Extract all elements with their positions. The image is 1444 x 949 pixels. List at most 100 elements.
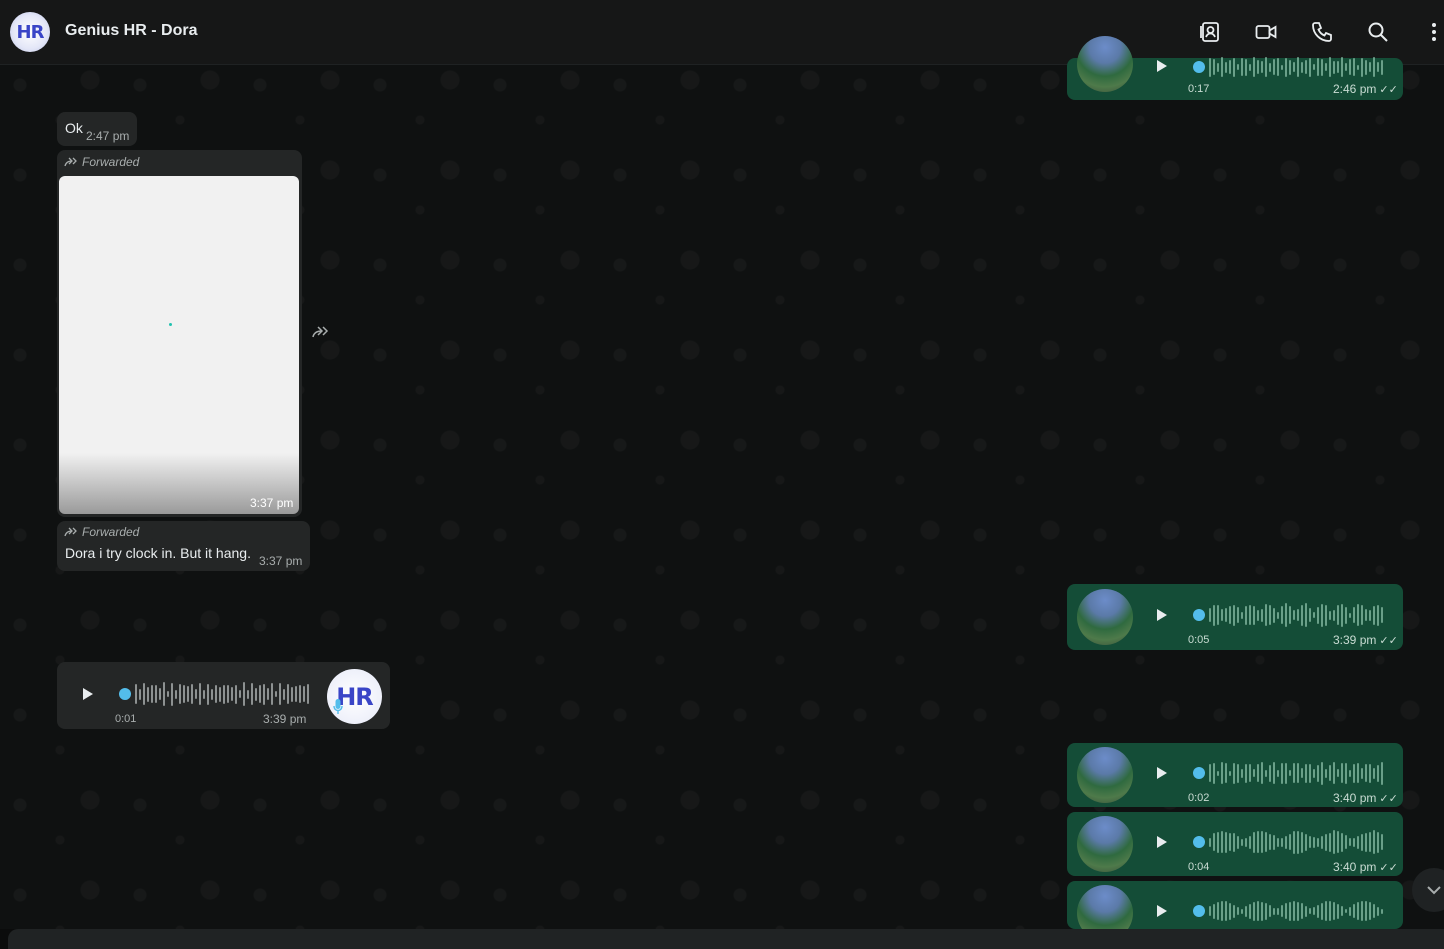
waveform-bar — [1269, 834, 1271, 850]
waveform-bar — [1337, 61, 1339, 73]
contact-card-icon[interactable] — [1198, 20, 1222, 44]
waveform-bar — [1265, 769, 1267, 777]
play-button[interactable] — [79, 686, 95, 702]
waveform-bar — [251, 683, 253, 705]
forwarded-image[interactable]: 3:37 pm — [59, 176, 299, 514]
waveform[interactable] — [119, 681, 309, 707]
waveform-bar — [1241, 768, 1243, 778]
contact-name[interactable]: Genius HR - Dora — [65, 22, 197, 40]
waveform-bar — [1225, 61, 1227, 73]
waveform-bar — [1217, 770, 1219, 776]
waveform-bar — [1373, 57, 1375, 77]
sender-avatar — [1077, 747, 1133, 803]
waveform[interactable] — [1193, 602, 1383, 628]
waveform-bar — [223, 684, 225, 704]
waveform[interactable] — [1193, 54, 1383, 80]
waveform-bar — [1317, 837, 1319, 847]
playhead-dot[interactable] — [1193, 767, 1205, 779]
waveform-bar — [1349, 838, 1351, 846]
waveform[interactable] — [1193, 829, 1383, 855]
waveform-bar — [1333, 830, 1335, 854]
waveform-bar — [1353, 607, 1355, 623]
waveform-bar — [1281, 905, 1283, 917]
waveform-bar — [1309, 608, 1311, 622]
playhead-dot[interactable] — [119, 688, 131, 700]
play-button[interactable] — [1153, 903, 1169, 919]
waveform-bar — [1377, 831, 1379, 853]
waveform-bar — [1221, 901, 1223, 921]
waveform-bar — [1305, 833, 1307, 851]
waveform-bar — [1353, 763, 1355, 783]
waveform-bar — [1257, 764, 1259, 782]
waveform-bar — [1265, 832, 1267, 852]
waveform-bar — [1249, 605, 1251, 625]
waveform-bar — [235, 684, 237, 704]
waveform-bar — [1365, 609, 1367, 621]
voice-duration: 0:01 — [115, 713, 137, 725]
search-icon[interactable] — [1366, 20, 1390, 44]
contact-avatar[interactable]: HR — [10, 12, 50, 52]
text-message-incoming: Ok 2:47 pm — [57, 112, 137, 146]
waveform-bar — [187, 686, 189, 702]
waveform-bar — [1241, 908, 1243, 914]
waveform-bar — [231, 687, 233, 701]
waveform-bar — [191, 684, 193, 704]
playhead-dot[interactable] — [1193, 836, 1205, 848]
play-button[interactable] — [1153, 58, 1169, 74]
video-call-icon[interactable] — [1254, 20, 1278, 44]
waveform-bar — [1349, 906, 1351, 916]
playhead-dot[interactable] — [1193, 61, 1205, 73]
waveform-bar — [1217, 831, 1219, 853]
waveform-bar — [1209, 906, 1211, 916]
waveform-bar — [1265, 57, 1267, 77]
waveform-bar — [1253, 605, 1255, 625]
waveform-bar — [1253, 769, 1255, 777]
playhead-dot[interactable] — [1193, 905, 1205, 917]
forward-button[interactable] — [312, 324, 330, 340]
waveform-bar — [203, 689, 205, 699]
waveform-bar — [291, 686, 293, 702]
waveform-bar — [1237, 907, 1239, 915]
menu-icon[interactable] — [1422, 20, 1444, 44]
waveform-bar — [1213, 762, 1215, 784]
playhead-dot[interactable] — [1193, 609, 1205, 621]
waveform-bar — [295, 686, 297, 702]
phone-icon[interactable] — [1310, 20, 1334, 44]
play-button[interactable] — [1153, 607, 1169, 623]
waveform-bar — [1209, 608, 1211, 622]
waveform-bar — [1297, 830, 1299, 854]
waveform[interactable] — [1193, 898, 1383, 924]
waveform-bar — [1273, 59, 1275, 75]
waveform-bar — [1217, 62, 1219, 72]
waveform-bar — [1245, 837, 1247, 847]
waveform-bar — [211, 688, 213, 700]
play-button[interactable] — [1153, 765, 1169, 781]
message-composer[interactable] — [8, 929, 1444, 949]
waveform-bar — [1373, 767, 1375, 779]
waveform-bar — [1301, 61, 1303, 73]
play-button[interactable] — [1153, 834, 1169, 850]
waveform-bar — [1341, 832, 1343, 852]
waveform[interactable] — [1193, 760, 1383, 786]
waveform-bar — [1341, 906, 1343, 916]
waveform-bar — [1213, 833, 1215, 851]
waveform-bar — [1245, 58, 1247, 76]
message-time: 3:37 pm — [250, 496, 294, 510]
waveform-bar — [143, 683, 145, 705]
waveform-bar — [1357, 604, 1359, 626]
read-receipt-icon: ✓✓ — [1379, 635, 1398, 647]
waveform-bar — [1313, 907, 1315, 915]
waveform-bar — [1257, 901, 1259, 921]
message-time: 3:37 pm — [259, 554, 303, 568]
waveform-bar — [1357, 763, 1359, 783]
waveform-bar — [243, 682, 245, 706]
waveform-bar — [1357, 64, 1359, 70]
waveform-bar — [255, 687, 257, 701]
forwarded-label: Forwarded — [64, 155, 139, 169]
voice-message-incoming: 0:01 3:39 pm HR — [57, 662, 390, 729]
waveform-bar — [1365, 832, 1367, 852]
waveform-bar — [1349, 59, 1351, 75]
waveform-bar — [1285, 903, 1287, 919]
sender-avatar: HR — [327, 669, 382, 724]
waveform-bar — [1237, 835, 1239, 849]
